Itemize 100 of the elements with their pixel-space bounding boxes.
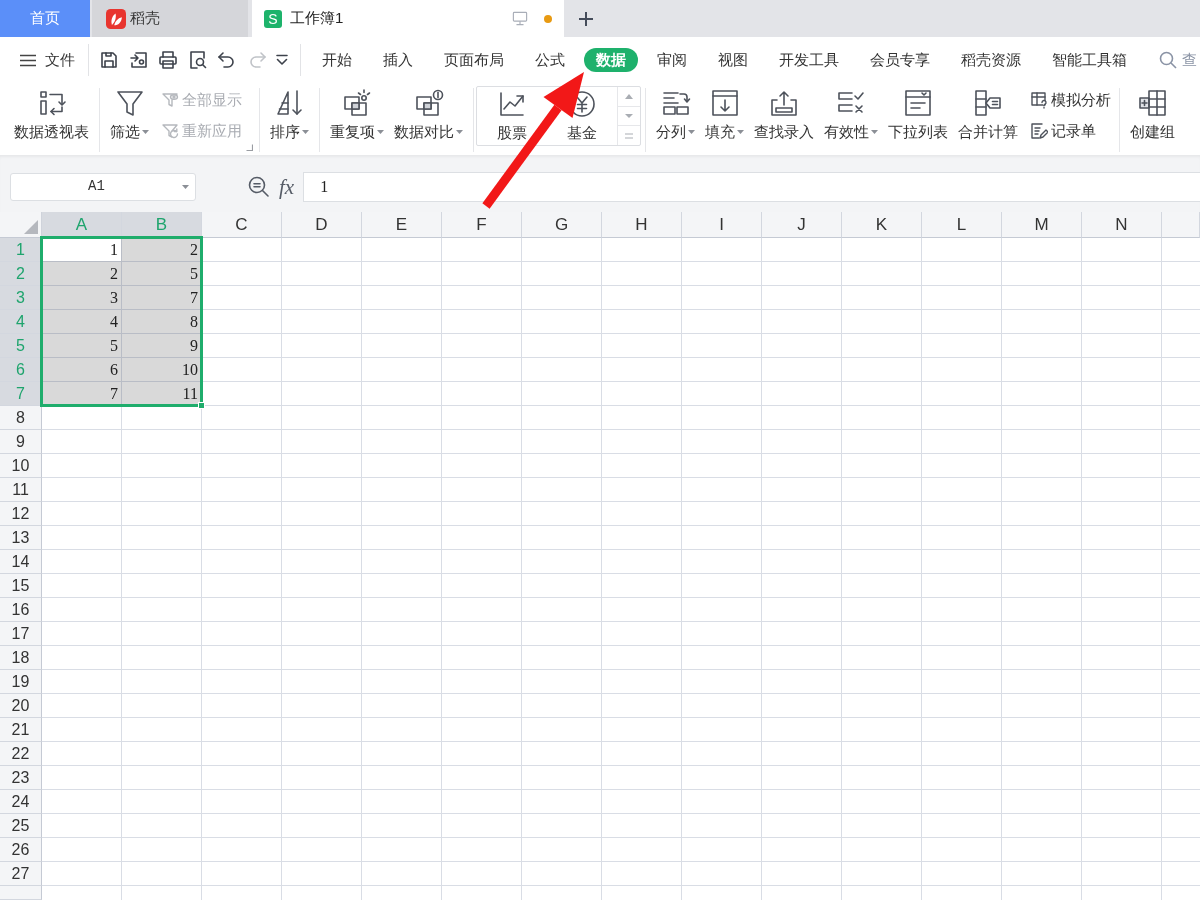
column-header[interactable]: H [602, 212, 682, 238]
ribbon-button[interactable]: 排序 [266, 88, 313, 142]
ribbon-button[interactable]: 创建组 [1126, 88, 1179, 142]
select-all-icon[interactable] [24, 220, 38, 234]
file-menu-button[interactable]: 文件 [14, 46, 81, 74]
row-header[interactable]: 20 [0, 694, 42, 718]
row-header[interactable] [0, 886, 42, 900]
spreadsheet-cell[interactable]: 5 [42, 334, 122, 358]
row-header[interactable]: 21 [0, 718, 42, 742]
column-header[interactable]: M [1002, 212, 1082, 238]
row-header[interactable]: 15 [0, 574, 42, 598]
undo-icon[interactable] [217, 50, 237, 70]
spreadsheet-cell[interactable]: 9 [122, 334, 202, 358]
monitor-icon[interactable] [512, 11, 528, 26]
ribbon-button[interactable]: 筛选 [106, 88, 153, 142]
row-header[interactable]: 26 [0, 838, 42, 862]
row-header[interactable]: 27 [0, 862, 42, 886]
row-header[interactable]: 22 [0, 742, 42, 766]
ribbon-button[interactable]: 填充 [701, 88, 748, 142]
spreadsheet-cell[interactable]: 5 [122, 262, 202, 286]
spreadsheet-cell[interactable]: 3 [42, 286, 122, 310]
row-header[interactable]: 12 [0, 502, 42, 526]
ribbon-button[interactable]: 记录单 [1028, 119, 1113, 143]
formula-field[interactable]: 1 [303, 171, 1200, 202]
row-header[interactable]: 11 [0, 478, 42, 502]
save-icon[interactable] [99, 50, 119, 70]
ribbon-tab[interactable]: 页面布局 [432, 48, 516, 72]
spreadsheet-cell[interactable]: 7 [122, 286, 202, 310]
column-header[interactable]: E [362, 212, 442, 238]
line-chart-icon [497, 89, 527, 119]
tab[interactable]: 稻壳 [92, 0, 248, 37]
row-header[interactable]: 9 [0, 430, 42, 454]
column-header[interactable]: G [522, 212, 602, 238]
ribbon-tab[interactable]: 开始 [310, 48, 364, 72]
table-question-icon [1030, 91, 1048, 109]
print-icon[interactable] [158, 50, 178, 70]
spreadsheet-cell[interactable]: 8 [122, 310, 202, 334]
print-preview-icon[interactable] [187, 50, 208, 70]
ribbon-button[interactable]: 合并计算 [954, 88, 1022, 142]
row-header[interactable]: 25 [0, 814, 42, 838]
ribbon-button[interactable]: 分列 [652, 88, 699, 142]
row-header[interactable]: 8 [0, 406, 42, 430]
name-box-field[interactable]: A1 [10, 172, 196, 201]
row-header[interactable]: 10 [0, 454, 42, 478]
column-header[interactable]: J [762, 212, 842, 238]
fill-handle[interactable] [198, 402, 205, 409]
zoom-icon[interactable] [248, 176, 269, 197]
column-header[interactable]: N [1082, 212, 1162, 238]
tab[interactable]: S 工作簿1 [252, 0, 564, 37]
file-type-badge: S [264, 9, 282, 28]
row-header[interactable]: 13 [0, 526, 42, 550]
ribbon-tab[interactable]: 视图 [706, 48, 760, 72]
dialog-launcher-icon[interactable] [246, 144, 253, 151]
search-icon [1159, 51, 1177, 69]
ribbon-tab[interactable]: 插入 [371, 48, 425, 72]
ribbon-tab[interactable]: 审阅 [645, 48, 699, 72]
ribbon-button[interactable]: 查找录入 [750, 88, 818, 142]
row-header[interactable]: 19 [0, 670, 42, 694]
tray-upload-icon [769, 88, 799, 118]
more-options-icon[interactable] [625, 132, 633, 139]
ribbon-tab[interactable]: 公式 [523, 48, 577, 72]
column-header[interactable]: K [842, 212, 922, 238]
ribbon-button[interactable]: 重复项 [326, 88, 388, 142]
column-header[interactable]: F [442, 212, 522, 238]
caret-icon[interactable] [182, 184, 189, 189]
column-header[interactable]: I [682, 212, 762, 238]
customize-caret-icon[interactable] [276, 54, 288, 66]
ribbon-button[interactable]: 数据透视表 [10, 88, 93, 142]
fill-down-icon [709, 88, 740, 118]
row-header[interactable]: 17 [0, 622, 42, 646]
ribbon-tab[interactable]: 稻壳资源 [949, 48, 1033, 72]
ribbon-button[interactable]: 模拟分析 [1028, 88, 1113, 112]
ribbon-tab[interactable]: 会员专享 [858, 48, 942, 72]
ribbon-button[interactable]: 有效性 [820, 88, 882, 142]
row-header[interactable]: 16 [0, 598, 42, 622]
overlapping-squares-icon [342, 88, 372, 118]
scroll-down-icon[interactable] [625, 114, 633, 118]
ribbon-button[interactable]: 下拉列表 [884, 88, 952, 142]
spreadsheet-cell[interactable]: 2 [42, 262, 122, 286]
document-arrow-icon[interactable] [128, 50, 149, 70]
ribbon-button[interactable]: 数据对比 [390, 88, 467, 142]
row-header[interactable]: 24 [0, 790, 42, 814]
spreadsheet-cell[interactable]: 6 [42, 358, 122, 382]
row-header[interactable]: 14 [0, 550, 42, 574]
ribbon-tab[interactable]: 开发工具 [767, 48, 851, 72]
row-header[interactable]: 18 [0, 646, 42, 670]
column-header[interactable]: C [202, 212, 282, 238]
column-header[interactable]: L [922, 212, 1002, 238]
spreadsheet-cell[interactable]: 4 [42, 310, 122, 334]
column-header[interactable]: D [282, 212, 362, 238]
scroll-up-icon[interactable] [625, 93, 633, 99]
insert-function-label[interactable]: fx [279, 174, 295, 199]
funnel-icon [114, 88, 145, 118]
merge-table-icon [973, 88, 1003, 118]
gallery-button[interactable]: 股票 [477, 87, 547, 143]
row-header[interactable]: 23 [0, 766, 42, 790]
spreadsheet-cell[interactable]: 10 [122, 358, 202, 382]
ribbon-tab[interactable]: 智能工具箱 [1040, 48, 1139, 72]
plus-icon[interactable] [578, 10, 594, 27]
column-header[interactable] [1162, 212, 1200, 238]
